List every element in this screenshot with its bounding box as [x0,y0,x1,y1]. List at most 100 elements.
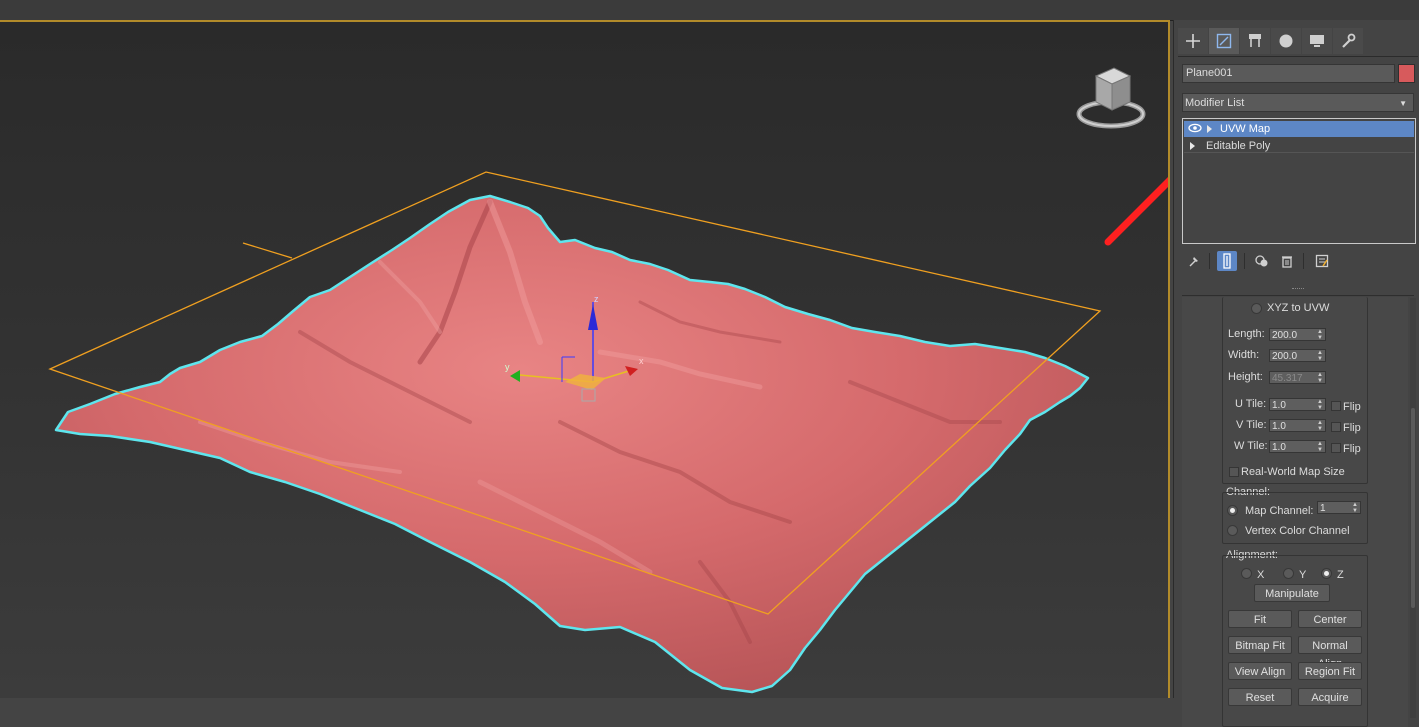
w-flip-label: Flip [1343,443,1361,455]
stack-item-uvw-map[interactable]: UVW Map [1184,121,1414,137]
utilities-tab[interactable] [1333,28,1363,54]
v-tile-spinner[interactable]: 1.0 ▲ ▼ [1269,419,1326,432]
terrain-mesh[interactable] [54,194,1090,694]
v-flip-label: Flip [1343,422,1361,434]
object-name-field[interactable]: Plane001 [1182,64,1395,83]
expand-triangle-icon[interactable] [1190,142,1195,150]
u-flip-label: Flip [1343,401,1361,413]
w-flip-checkbox[interactable] [1331,443,1341,453]
vertex-color-channel-radio[interactable] [1227,525,1238,536]
w-tile-label: W Tile: [1234,440,1268,452]
map-channel-value: 1 [1320,503,1326,514]
map-channel-label: Map Channel: [1245,505,1314,517]
pin-stack-button[interactable] [1184,251,1204,271]
show-end-result-button[interactable] [1217,251,1237,271]
perspective-viewport[interactable]: z y x [0,20,1170,698]
acquire-button[interactable]: Acquire [1298,688,1362,706]
command-panel: Plane001 Modifier List ▼ UVW Map Editabl… [1173,20,1419,727]
annotation-arrow [1104,177,1168,246]
height-spinner[interactable]: 45.317 ▲ ▼ [1269,371,1326,384]
hierarchy-tab[interactable] [1240,28,1270,54]
w-tile-spinner[interactable]: 1.0 ▲ ▼ [1269,440,1326,453]
xyz-to-uvw-checkbox[interactable] [1251,303,1262,314]
align-y-radio[interactable] [1283,568,1294,579]
parameters-rollout: XYZ to UVW Length: 200.0 ▲ ▼ Width: 200.0 ▲… [1182,297,1408,727]
show-end-result-icon [1223,253,1231,269]
v-tile-label: V Tile: [1236,419,1267,431]
align-z-radio[interactable] [1321,568,1332,579]
v-flip-checkbox[interactable] [1331,422,1341,432]
center-button[interactable]: Center [1298,610,1362,628]
gizmo-y-label: y [505,362,510,372]
toolbar-separator [1244,253,1245,269]
spinner-arrows-icon[interactable]: ▲ ▼ [1317,350,1323,362]
chevron-down-icon: ▼ [1399,99,1407,108]
modifier-stack: UVW Map Editable Poly [1182,118,1416,244]
spinner-arrows-icon[interactable]: ▲ ▼ [1317,329,1323,341]
panel-scrollbar[interactable] [1410,298,1416,718]
gizmo-x-label: x [639,356,644,366]
top-toolbar [0,0,1419,21]
align-x-radio[interactable] [1241,568,1252,579]
reset-button[interactable]: Reset [1228,688,1292,706]
modifier-list-label: Modifier List [1185,97,1245,109]
map-channel-radio[interactable] [1227,505,1238,516]
scrollbar-thumb[interactable] [1411,408,1415,608]
pin-stack-icon [1189,257,1198,267]
modify-icon [1216,33,1232,49]
width-spinner[interactable]: 200.0 ▲ ▼ [1269,349,1326,362]
toolbar-separator [1303,253,1304,269]
hierarchy-icon [1249,34,1261,47]
spinner-arrows-icon[interactable]: ▲ ▼ [1317,420,1323,432]
real-world-map-size-checkbox[interactable] [1229,467,1239,477]
object-color-swatch[interactable] [1398,64,1415,83]
expand-triangle-icon[interactable] [1207,125,1212,133]
stack-item-label: Editable Poly [1206,140,1271,152]
v-tile-value: 1.0 [1272,421,1286,432]
length-value: 200.0 [1272,330,1298,341]
configure-modifier-sets-button[interactable] [1312,251,1332,271]
spinner-arrows-icon[interactable]: ▲ ▼ [1317,399,1323,411]
rollout-drag-handle[interactable] [1292,288,1304,291]
modify-tab[interactable] [1209,28,1239,54]
region-fit-button[interactable]: Region Fit [1298,662,1362,680]
bitmap-fit-button[interactable]: Bitmap Fit [1228,636,1292,654]
w-tile-value: 1.0 [1272,442,1286,453]
motion-tab[interactable] [1271,28,1301,54]
u-flip-checkbox[interactable] [1331,401,1341,411]
spinner-arrows-icon[interactable]: ▲ ▼ [1317,372,1323,384]
toolbar-separator [1209,253,1210,269]
u-tile-spinner[interactable]: 1.0 ▲ ▼ [1269,398,1326,411]
make-unique-icon [1255,255,1268,267]
stack-item-editable-poly[interactable]: Editable Poly [1184,138,1414,154]
channel-group: Map Channel: 1 ▲ ▼ Vertex Color Channel [1222,492,1368,544]
uvw-gizmo-direction-line [242,242,293,259]
xyz-to-uvw-label: XYZ to UVW [1267,302,1330,314]
manipulate-button[interactable]: Manipulate [1254,584,1330,602]
align-z-label: Z [1337,569,1344,581]
eye-icon[interactable] [1188,122,1202,134]
make-unique-button[interactable] [1252,251,1272,271]
create-icon [1186,34,1200,48]
alignment-group: X Y Z Manipulate Fit Center Bitmap Fit N… [1222,555,1368,727]
width-value: 200.0 [1272,351,1298,362]
length-spinner[interactable]: 200.0 ▲ ▼ [1269,328,1326,341]
rollout-divider [1182,295,1414,296]
create-tab[interactable] [1178,28,1208,54]
spinner-arrows-icon[interactable]: ▲ ▼ [1317,441,1323,453]
normal-align-button[interactable]: Normal Align [1298,636,1362,670]
spinner-arrows-icon[interactable]: ▲ ▼ [1352,502,1358,514]
viewcube[interactable] [1076,58,1146,134]
remove-modifier-button[interactable] [1277,251,1297,271]
utilities-icon [1342,33,1356,48]
display-icon [1310,35,1324,47]
width-label: Width: [1228,349,1260,361]
display-tab[interactable] [1302,28,1332,54]
fit-button[interactable]: Fit [1228,610,1292,628]
u-tile-value: 1.0 [1272,400,1286,411]
map-channel-spinner[interactable]: 1 ▲ ▼ [1317,501,1361,514]
tabs-divider [1178,56,1418,57]
view-align-button[interactable]: View Align [1228,662,1292,680]
remove-modifier-icon [1282,256,1292,268]
modifier-list-dropdown[interactable]: Modifier List ▼ [1182,93,1414,112]
